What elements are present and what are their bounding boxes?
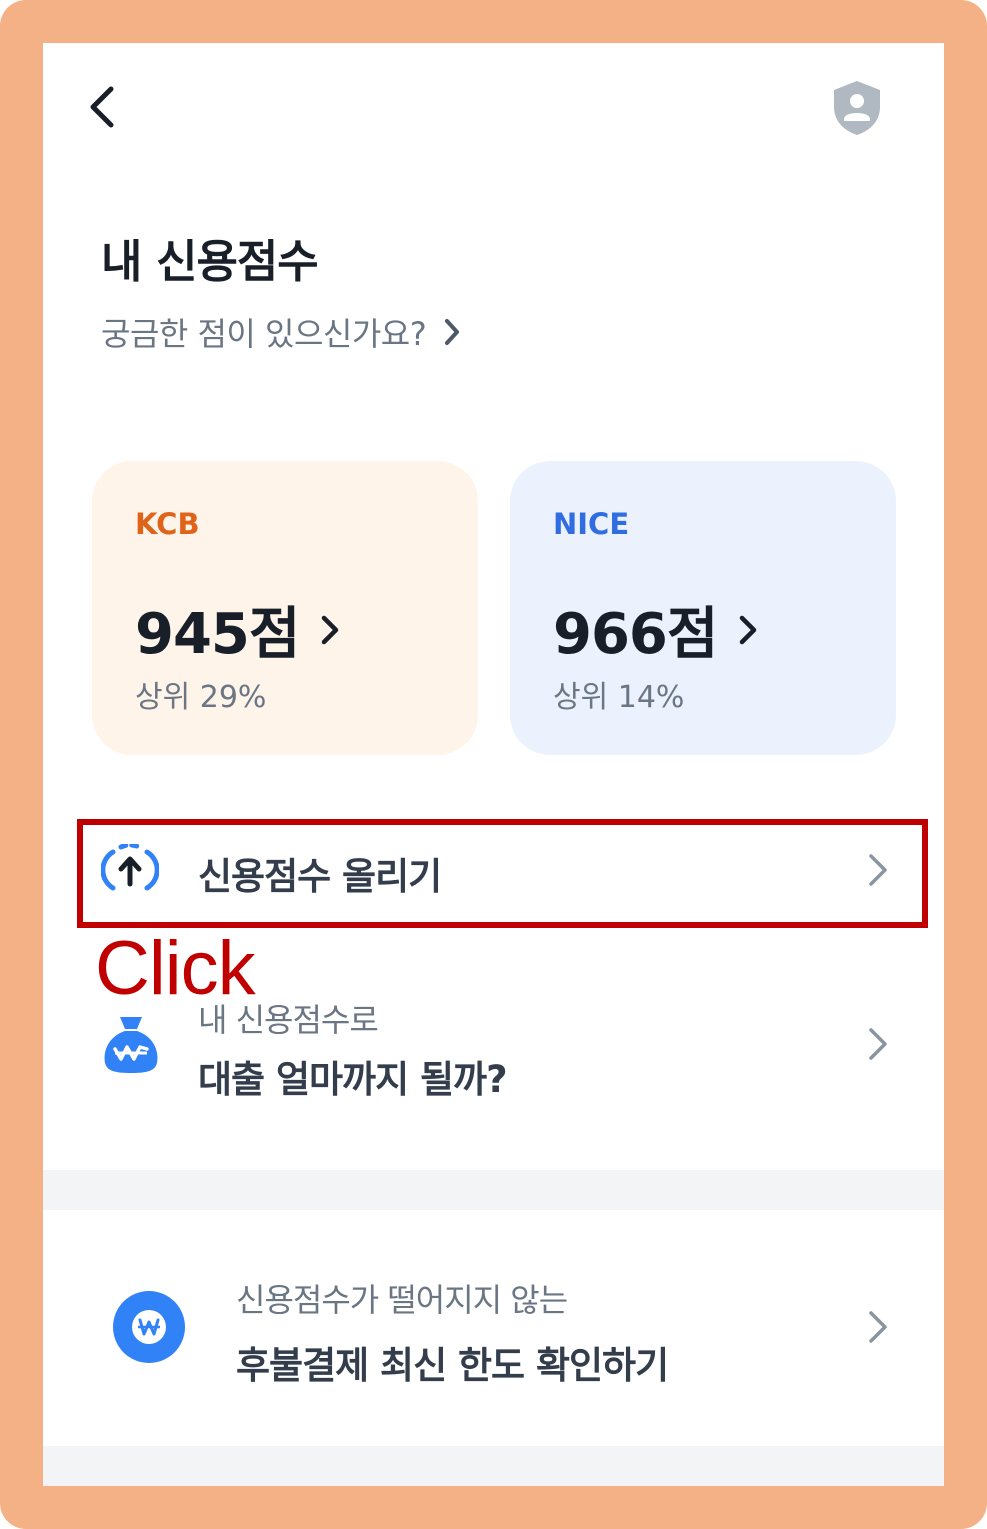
chevron-right-icon: [322, 615, 339, 644]
paylater-limit-row[interactable]: 신용점수가 떨어지지 않는 후불결제 최신 한도 확인하기: [43, 1263, 944, 1403]
score-rank: 상위 29%: [135, 680, 267, 715]
device-frame: 내 신용점수 궁금한 점이 있으신가요? KCB 945점 상위 29% NIC…: [0, 0, 987, 1529]
app-screen: 내 신용점수 궁금한 점이 있으신가요? KCB 945점 상위 29% NIC…: [43, 43, 944, 1486]
score-card-kcb[interactable]: KCB 945점 상위 29%: [92, 461, 478, 755]
score-rank: 상위 14%: [553, 680, 685, 715]
click-annotation: Click: [95, 926, 256, 1011]
shield-user-icon[interactable]: [831, 79, 883, 137]
chevron-right-icon: [869, 1028, 887, 1060]
help-link[interactable]: 궁금한 점이 있으신가요?: [101, 309, 460, 355]
agency-name: KCB: [135, 507, 200, 541]
loan-limit-title: 대출 얼마까지 될까?: [198, 1058, 508, 1101]
section-divider: [43, 1170, 944, 1210]
chevron-left-icon[interactable]: [83, 83, 123, 131]
credit-score: 966점: [553, 589, 757, 670]
click-highlight-box: [77, 819, 928, 928]
credit-score: 945점: [135, 589, 339, 670]
chevron-right-icon: [740, 615, 757, 644]
score-card-nice[interactable]: NICE 966점 상위 14%: [510, 461, 896, 755]
chevron-right-icon: [445, 319, 460, 345]
page-title: 내 신용점수: [101, 235, 319, 288]
agency-name: NICE: [553, 507, 630, 541]
money-bag-icon: [104, 1017, 158, 1073]
help-link-label: 궁금한 점이 있으신가요?: [101, 315, 427, 353]
won-circle-icon: [113, 1291, 185, 1363]
score-value: 945점: [135, 602, 300, 667]
chevron-right-icon: [869, 1311, 887, 1343]
paylater-title: 후불결제 최신 한도 확인하기: [236, 1344, 669, 1387]
paylater-subtitle: 신용점수가 떨어지지 않는: [236, 1281, 568, 1319]
score-value: 966점: [553, 602, 718, 667]
bottom-section-divider: [43, 1446, 944, 1486]
